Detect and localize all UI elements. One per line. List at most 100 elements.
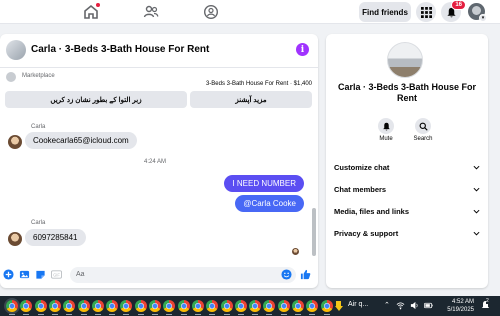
chrome-taskbar-icon[interactable]	[63, 300, 76, 312]
taskbar-running-indicator	[223, 314, 230, 315]
home-notification-dot	[96, 3, 100, 7]
chrome-taskbar-icon[interactable]	[149, 300, 161, 312]
notification-count-badge: 16	[451, 0, 466, 10]
taskbar-running-indicator	[123, 314, 130, 315]
details-title: Carla · 3-Beds 3-Bath House For Rent	[337, 82, 477, 103]
conversation-avatar[interactable]	[6, 40, 26, 60]
taskbar-running-indicator	[23, 314, 30, 315]
conversation-details-panel: Carla · 3-Beds 3-Bath House For Rent Mut…	[326, 34, 488, 288]
mute-label: Mute	[379, 136, 393, 142]
taskbar-running-indicator	[137, 314, 144, 315]
message-input[interactable]: Aa	[70, 267, 296, 283]
like-thumb-icon[interactable]	[300, 269, 311, 280]
menu-grid-icon[interactable]	[416, 2, 436, 22]
wifi-icon[interactable]	[396, 301, 405, 310]
mute-button[interactable]: Mute	[371, 118, 401, 142]
chat-header: Carla · 3-Beds 3-Bath House For Rent i	[0, 34, 318, 68]
groups-icon[interactable]	[202, 3, 220, 21]
sender-avatar[interactable]	[8, 232, 22, 246]
chrome-taskbar-icon[interactable]	[249, 300, 262, 312]
chrome-taskbar-icon[interactable]	[191, 300, 204, 312]
taskbar-running-indicator	[94, 314, 101, 315]
row-label: Privacy & support	[334, 228, 399, 238]
message-bubble-incoming[interactable]: 6097285841	[25, 229, 86, 246]
chrome-taskbar-icon[interactable]	[77, 300, 90, 312]
chrome-taskbar-icon[interactable]	[320, 300, 333, 312]
chrome-taskbar-icon[interactable]	[277, 300, 290, 312]
plus-icon[interactable]	[3, 269, 14, 280]
message-bubble-outgoing[interactable]: @Carla Cooke	[235, 195, 304, 212]
chrome-taskbar-icon[interactable]	[306, 300, 319, 312]
taskbar-running-indicator	[309, 314, 316, 315]
friends-icon[interactable]	[142, 3, 160, 21]
battery-icon[interactable]	[424, 301, 433, 310]
chevron-down-icon	[473, 164, 480, 171]
customize-chat-row[interactable]: Customize chat	[334, 160, 480, 174]
emoji-icon[interactable]	[281, 269, 292, 280]
marketplace-label: Marketplace	[22, 73, 55, 79]
sticker-icon[interactable]	[35, 269, 46, 280]
conversation-title[interactable]: Carla · 3-Beds 3-Bath House For Rent	[31, 44, 209, 55]
chrome-taskbar-icon[interactable]	[34, 300, 47, 312]
message-bubble-incoming[interactable]: Cookecarla65@icloud.com	[25, 132, 137, 149]
chrome-taskbar-icon[interactable]	[120, 300, 133, 312]
chat-members-row[interactable]: Chat members	[334, 182, 480, 196]
row-label: Customize chat	[334, 162, 390, 172]
chrome-taskbar-icon[interactable]	[6, 300, 18, 312]
more-options-button[interactable]: مزید آپشنز	[190, 91, 312, 108]
weather-icon[interactable]	[334, 300, 344, 312]
chevron-down-icon[interactable]: ▾	[479, 14, 487, 22]
taskbar-running-indicator	[266, 314, 273, 315]
speaker-icon[interactable]	[410, 301, 419, 310]
home-icon[interactable]	[82, 3, 100, 21]
listing-summary[interactable]: 3-Beds 3-Bath House For Rent · $1,400	[206, 81, 312, 87]
notifications-button[interactable]: 16	[441, 0, 466, 22]
gif-icon[interactable]: GIF	[51, 269, 62, 280]
taskbar-running-indicator	[323, 314, 330, 315]
chrome-taskbar-icon[interactable]	[91, 300, 104, 312]
taskbar-running-indicator	[194, 314, 201, 315]
chrome-taskbar-icon[interactable]	[20, 300, 33, 312]
find-friends-button[interactable]: Find friends	[359, 2, 411, 22]
taskbar-running-indicator	[152, 314, 158, 315]
message-bubble-outgoing[interactable]: I NEED NUMBER	[224, 175, 304, 192]
chevron-down-icon	[473, 230, 480, 237]
chrome-taskbar-icon[interactable]	[220, 300, 233, 312]
weather-text[interactable]: Air q...	[348, 301, 368, 308]
chevron-up-icon[interactable]: ⌃	[384, 301, 390, 309]
message-composer: GIF Aa	[0, 262, 318, 288]
search-button[interactable]: Search	[408, 118, 438, 142]
chrome-taskbar-icon[interactable]	[134, 300, 147, 312]
sender-avatar[interactable]	[8, 135, 22, 149]
taskbar-running-indicator	[209, 314, 216, 315]
marketplace-icon	[6, 72, 16, 82]
bell-icon	[378, 118, 394, 134]
chevron-down-icon	[473, 208, 480, 215]
taskbar-running-indicator	[180, 314, 187, 315]
listing-photo[interactable]	[387, 42, 423, 78]
mark-pending-button[interactable]: زبر التوا کے بطور نشان زد کریں	[5, 91, 187, 108]
image-icon[interactable]	[19, 269, 30, 280]
message-list: Carla Cookecarla65@icloud.com 4:24 AM I …	[0, 116, 318, 262]
clock-date: 5/19/2025	[447, 307, 474, 313]
privacy-support-row[interactable]: Privacy & support	[334, 226, 480, 240]
scrollbar-thumb[interactable]	[312, 208, 316, 256]
chrome-taskbar-icon[interactable]	[48, 300, 61, 312]
chrome-taskbar-icon[interactable]	[206, 300, 219, 312]
chrome-taskbar-icon[interactable]	[177, 300, 190, 312]
search-icon	[415, 118, 431, 134]
clock-time: 4:52 AM	[451, 299, 474, 305]
taskbar-running-indicator	[295, 314, 301, 315]
media-files-links-row[interactable]: Media, files and links	[334, 204, 480, 218]
taskbar-running-indicator	[237, 314, 244, 315]
chrome-taskbar-icon[interactable]	[292, 300, 304, 312]
taskbar-running-indicator	[37, 314, 44, 315]
chrome-taskbar-icon[interactable]	[263, 300, 276, 312]
taskbar-running-indicator	[166, 314, 173, 315]
info-icon[interactable]: i	[296, 43, 309, 56]
system-clock[interactable]: 4:52 AM 5/19/2025	[440, 298, 474, 314]
chrome-taskbar-icon[interactable]	[106, 300, 119, 312]
chrome-taskbar-icon[interactable]	[163, 300, 176, 312]
chrome-taskbar-icon[interactable]	[234, 300, 247, 312]
sender-name: Carla	[31, 124, 46, 130]
